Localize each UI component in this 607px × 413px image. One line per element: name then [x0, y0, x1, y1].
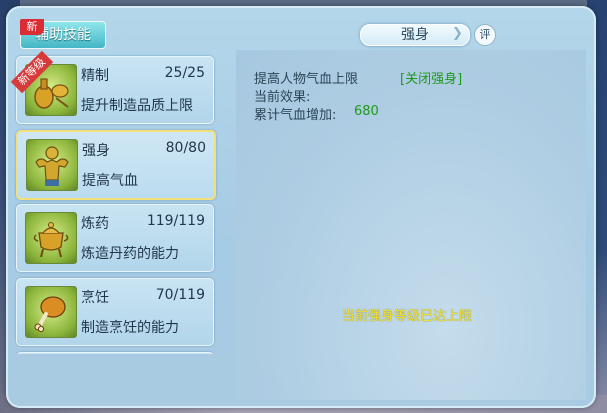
strongman-icon	[26, 139, 78, 191]
skill-level: 25/25	[164, 65, 205, 81]
skill-name: 强身	[82, 143, 110, 159]
title-ornament-right-icon: ❯	[452, 26, 463, 41]
skill-name: 烹饪	[81, 290, 109, 306]
skill-name: 精制	[81, 68, 109, 84]
hp-increase-label: 累计气血增加:	[254, 108, 337, 123]
hp-increase-value: 680	[354, 104, 379, 119]
skill-description: 制造烹饪的能力	[81, 320, 179, 336]
drumstick-icon	[25, 286, 77, 338]
close-qiangshen-link[interactable]: [关闭强身]	[400, 68, 462, 87]
skill-level: 80/80	[165, 140, 206, 156]
skill-level: 119/119	[146, 213, 205, 229]
skill-item-qiangshen[interactable]: 强身 80/80 提高气血	[16, 130, 216, 200]
skill-description: 提高气血	[82, 173, 138, 189]
skill-description: 炼造丹药的能力	[81, 246, 179, 262]
cauldron-icon	[25, 212, 77, 264]
skill-name: 炼药	[81, 216, 109, 232]
skill-level: 70/119	[155, 287, 205, 303]
detail-description: 提高人物气血上限	[254, 72, 359, 87]
skill-list[interactable]: 精制 25/25 提升制造品质上限 强身 80/80 提高气血 炼药 119/1…	[14, 54, 220, 354]
max-level-note: 当前强身等级已达上限	[342, 309, 473, 324]
skill-item-partial[interactable]	[16, 352, 214, 354]
rate-button[interactable]: 评	[474, 24, 496, 46]
skill-item-pengren[interactable]: 烹饪 70/119 制造烹饪的能力	[16, 278, 214, 346]
current-effect-label: 当前效果:	[254, 90, 311, 105]
new-badge: 新	[20, 19, 44, 35]
skill-description: 提升制造品质上限	[81, 98, 193, 114]
skill-item-lianyao[interactable]: 炼药 119/119 炼造丹药的能力	[16, 204, 214, 272]
